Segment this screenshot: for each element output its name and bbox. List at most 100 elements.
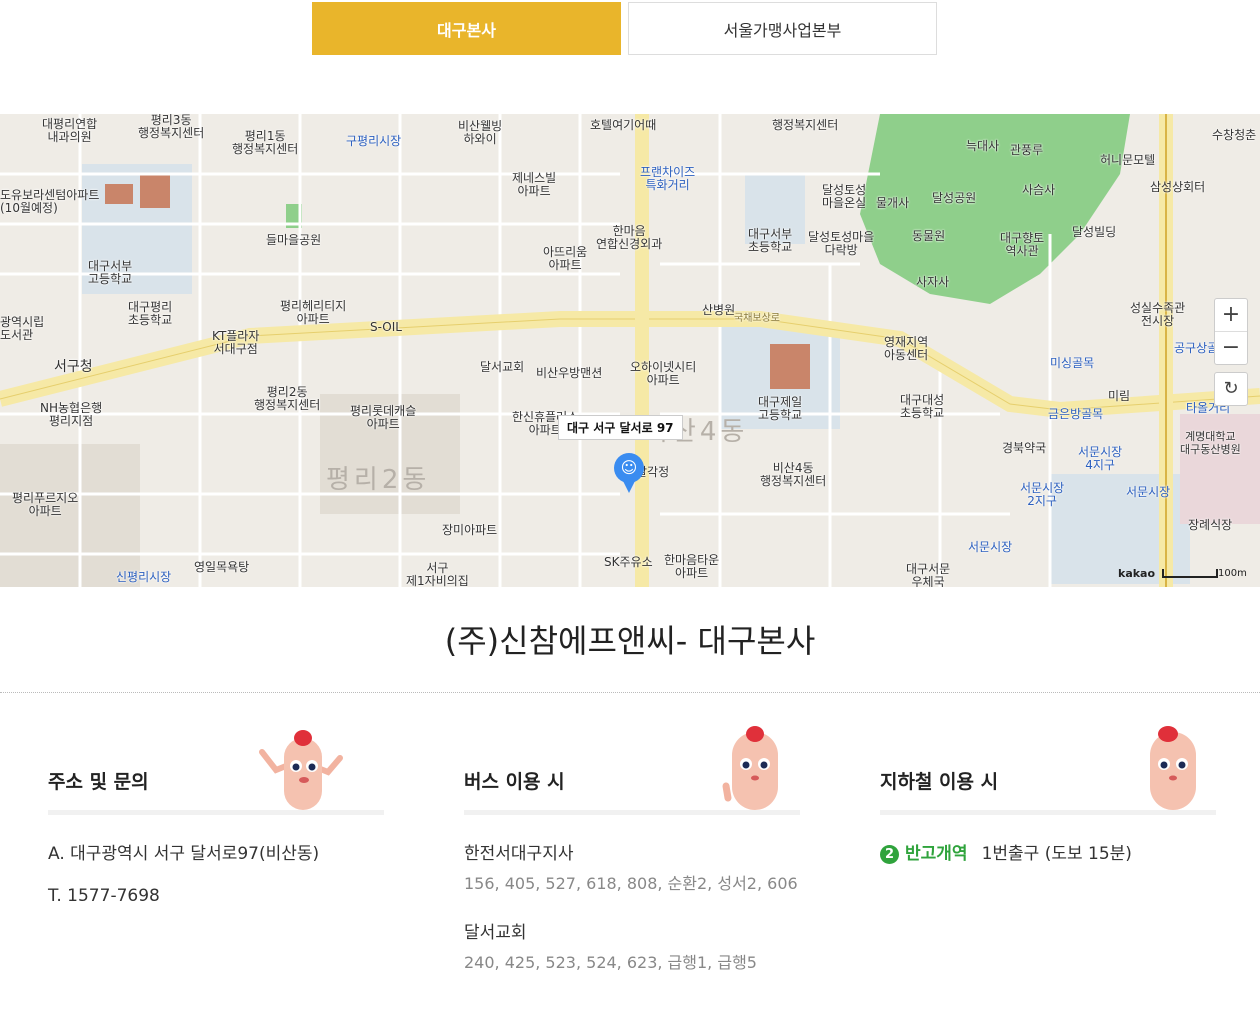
zoom-out-button[interactable]: − xyxy=(1215,332,1247,364)
map-label: 공구상골 xyxy=(1174,341,1219,355)
location-tabs: 대구본사 서울가맹사업본부 xyxy=(312,2,940,57)
subway-line-badge: 2 xyxy=(880,844,899,864)
map-label: 허니문모텔 xyxy=(1100,153,1156,167)
mascot-icon xyxy=(722,726,778,810)
map-label: 오하이넷시티 아파트 xyxy=(630,360,697,387)
map-label: 성실수족관 전시장 xyxy=(1130,301,1186,328)
map-label: 한마음 연합신경외과 xyxy=(596,224,663,251)
map-label: 금은방골목 xyxy=(1048,407,1104,421)
address-text: A. 대구광역시 서구 달서로97(비산동) xyxy=(48,844,320,864)
map-label: 삼성상회터 xyxy=(1150,180,1206,194)
map-label: 비산웰빙 하와이 xyxy=(458,119,503,146)
smile-icon: ☺ xyxy=(620,458,638,477)
bus-stop-name: 한전서대구지사 xyxy=(464,844,574,864)
map-label: 서문시장 4지구 xyxy=(1078,445,1123,472)
zoom-in-button[interactable]: + xyxy=(1215,299,1247,331)
section-body: A. 대구광역시 서구 달서로97(비산동) T. 1577-7698 xyxy=(48,815,384,906)
map-label: 관풍루 xyxy=(1010,143,1044,157)
map-label: 물개사 xyxy=(876,196,910,210)
map-label: 영일목욕탕 xyxy=(194,560,250,574)
map-label: 달성빌딩 xyxy=(1072,225,1117,239)
map-label: 서구 제1자비의집 xyxy=(406,561,469,588)
mascot-icon xyxy=(259,730,343,810)
section-header: 버스 이용 시 xyxy=(464,720,800,815)
location-pin-icon[interactable]: ☺ xyxy=(614,453,644,493)
map-label: NH농협은행 평리지점 xyxy=(40,401,103,428)
page-title: (주)신참에프앤씨- 대구본사 xyxy=(444,622,816,660)
subway-section: 지하철 이용 시 2 반고개역 1번출구 (도보 15분) xyxy=(880,720,1216,886)
map-label: 제네스빌 아파트 xyxy=(512,171,557,198)
divider xyxy=(0,692,1260,693)
map-label: 서구청 xyxy=(54,359,93,375)
map-label: 장례식장 xyxy=(1188,518,1233,532)
map-label: 평리3동 행정복지센터 xyxy=(138,114,205,140)
map[interactable]: 대평리연합 내과의원 평리3동 행정복지센터 평리1동 행정복지센터 구평리시장… xyxy=(0,114,1260,587)
section-body: 2 반고개역 1번출구 (도보 15분) xyxy=(880,815,1216,864)
exit-info: 1번출구 (도보 15분) xyxy=(981,844,1132,864)
map-label: 대구서부 초등학교 xyxy=(748,227,793,254)
map-label: 평리푸르지오 아파트 xyxy=(12,491,79,518)
map-label: 광역시립 도서관 xyxy=(0,315,45,342)
bus-routes: 240, 425, 523, 524, 623, 급행1, 급행5 xyxy=(464,953,757,972)
map-label: 평리헤리티지 아파트 xyxy=(280,299,347,326)
map-label: 들마을공원 xyxy=(266,233,322,247)
map-label: 달성공원 xyxy=(932,191,977,205)
map-label: 동물원 xyxy=(912,229,946,243)
section-header: 주소 및 문의 xyxy=(48,720,384,815)
map-label: 장미아파트 xyxy=(442,523,498,537)
station-name: 반고개역 xyxy=(905,844,968,864)
section-body: 한전서대구지사 156, 405, 527, 618, 808, 순환2, 성서… xyxy=(464,815,800,973)
map-label: 대구향토 역사관 xyxy=(1000,231,1045,258)
mascot-icon xyxy=(1150,726,1196,810)
subway-info: 2 반고개역 1번출구 (도보 15분) xyxy=(880,839,1216,864)
map-label: 달성토성 마을온실 xyxy=(822,183,867,210)
map-label: 대평리연합 내과의원 xyxy=(42,117,98,144)
bus-stop-name: 달서교회 xyxy=(464,923,527,943)
location-pin-label[interactable]: 대구 서구 달서로 97 xyxy=(558,415,683,440)
map-label: 달성토성마을 다락방 xyxy=(808,230,875,257)
map-label: 산병원 xyxy=(702,303,736,317)
scale-bar xyxy=(1162,569,1218,578)
map-label: 구평리시장 xyxy=(346,134,402,148)
section-title: 지하철 이용 시 xyxy=(880,771,999,793)
map-label: 대구서부 고등학교 xyxy=(88,259,133,286)
map-label: 사자사 xyxy=(916,275,950,289)
map-label: 신평리시장 xyxy=(116,570,172,584)
map-label: 대구제일 고등학교 xyxy=(758,395,803,422)
map-label: 수창청춘 xyxy=(1212,128,1257,142)
map-label: SK주유소 xyxy=(604,555,653,569)
map-label: 서문시장 xyxy=(968,540,1013,554)
map-label: 계명대학교 대구동산병원 xyxy=(1180,430,1241,456)
map-label: 비산우방맨션 xyxy=(536,366,603,380)
section-header: 지하철 이용 시 xyxy=(880,720,1216,815)
bus-routes: 156, 405, 527, 618, 808, 순환2, 성서2, 606 xyxy=(464,874,798,893)
map-label: 평리롯데캐슬 아파트 xyxy=(350,404,417,431)
bus-section: 버스 이용 시 한전서대구지사 156, 405, 527, 618, 808,… xyxy=(464,720,800,997)
map-label: 평리2동 행정복지센터 xyxy=(254,385,321,412)
map-label: 국채보상로 xyxy=(734,313,780,324)
map-label: 미싱골목 xyxy=(1050,356,1095,370)
map-label: 대구서문 우체국 xyxy=(906,562,951,588)
map-label: 한마음타운 아파트 xyxy=(664,553,720,580)
refresh-button[interactable]: ↻ xyxy=(1214,372,1248,406)
map-label: 서문시장 2지구 xyxy=(1020,481,1065,508)
map-canvas xyxy=(0,114,1260,587)
tab-seoul-franchise[interactable]: 서울가맹사업본부 xyxy=(628,2,937,55)
address-section: 주소 및 문의 A. 대구광역시 서구 달서로97(비산동) T. 1577-7… xyxy=(48,720,384,928)
map-label: 대구평리 초등학교 xyxy=(128,300,173,327)
scale-label: 100m xyxy=(1218,568,1247,579)
section-title: 주소 및 문의 xyxy=(48,771,149,793)
map-label: 프랜차이즈 특화거리 xyxy=(640,165,696,192)
map-label: 경북약국 xyxy=(1002,441,1047,455)
map-label: 비산4동 행정복지센터 xyxy=(760,461,827,488)
map-label: 행정복지센터 xyxy=(772,118,839,132)
map-label: 평리2동 xyxy=(326,465,431,495)
tab-daegu-hq[interactable]: 대구본사 xyxy=(312,2,621,55)
map-label: 평리1동 행정복지센터 xyxy=(232,129,299,156)
section-title: 버스 이용 시 xyxy=(464,771,565,793)
map-label: 영재지역 아동센터 xyxy=(884,335,929,362)
map-label: S-OIL xyxy=(370,320,402,334)
phone-text[interactable]: T. 1577-7698 xyxy=(48,886,384,906)
map-attribution[interactable]: kakao xyxy=(1118,567,1155,580)
zoom-control: + − xyxy=(1214,298,1248,365)
